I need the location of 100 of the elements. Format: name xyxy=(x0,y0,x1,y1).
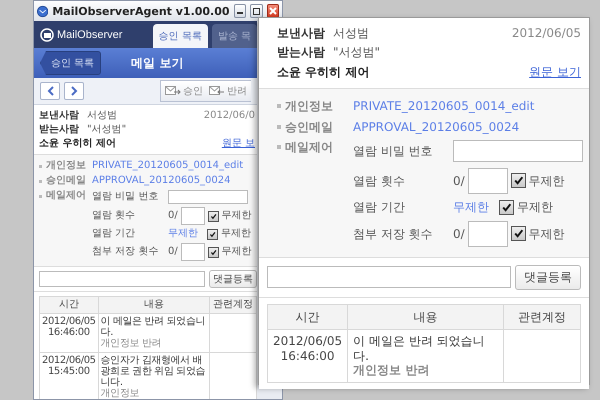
reject-button[interactable]: 반려 xyxy=(209,84,247,98)
logo-text: MailObserver xyxy=(57,28,122,40)
password-field[interactable] xyxy=(453,140,583,162)
period-value: 무제한 xyxy=(168,228,198,240)
log-date: 2012/06/05 xyxy=(273,334,342,349)
log-tag: 개인정보 xyxy=(100,388,207,399)
column-header: 내용 xyxy=(348,304,504,330)
minimize-button[interactable] xyxy=(234,4,246,18)
tab[interactable]: 승인 목록 xyxy=(152,24,208,48)
checkbox[interactable] xyxy=(208,246,219,258)
bullet-icon xyxy=(277,145,281,150)
back-button[interactable]: 승인 목록 xyxy=(40,51,102,75)
envelope-arrow-icon xyxy=(165,86,181,96)
checkbox[interactable] xyxy=(498,200,514,215)
count-prefix: 0/ xyxy=(453,174,465,188)
control-label: 열람 기간 xyxy=(92,228,136,240)
recipient-label: 받는사람 xyxy=(277,45,325,60)
column-header: 관련계정 xyxy=(210,296,256,314)
password-field[interactable] xyxy=(168,190,248,204)
bullet-icon xyxy=(39,180,42,182)
comment-button[interactable]: 댓글등록 xyxy=(515,264,581,290)
check-icon xyxy=(500,202,512,213)
check-icon xyxy=(210,212,217,220)
count-prefix: 0/ xyxy=(453,226,465,242)
checkbox[interactable] xyxy=(510,173,526,188)
mail-date: 2012/06/0 xyxy=(204,110,255,122)
checkbox-label: 무제한 xyxy=(222,246,252,258)
log-date: 2012/06/05 xyxy=(42,354,96,366)
log-message: 이 메일은 반려 되었습니다. xyxy=(100,316,206,338)
checkbox[interactable] xyxy=(208,210,219,222)
sender-label: 보낸사람 xyxy=(39,110,79,122)
logo-icon xyxy=(40,28,54,42)
mail-date: 2012/06/05 xyxy=(512,26,581,40)
check-icon xyxy=(209,230,216,238)
next-button[interactable] xyxy=(64,82,84,100)
control-label: 열람 기간 xyxy=(353,200,406,215)
control-label: 첨부 저장 횟수 xyxy=(92,246,160,258)
count-field[interactable] xyxy=(468,168,508,194)
log-tag: 개인정보 반려 xyxy=(100,338,207,350)
sender-name: 서성범 xyxy=(333,26,369,40)
envelope-arrow-icon xyxy=(209,86,225,96)
bullet-icon xyxy=(39,194,42,198)
column-header: 관련계정 xyxy=(504,304,580,330)
period-value: 무제한 xyxy=(453,200,489,215)
comment-field[interactable] xyxy=(267,266,511,288)
control-label: 열람 횟수 xyxy=(92,210,136,222)
log-tag: 개인정보 반려 xyxy=(353,363,498,378)
bullet-icon xyxy=(277,124,281,129)
original-link[interactable]: 원문 보 xyxy=(222,138,255,150)
previous-button[interactable] xyxy=(40,82,60,100)
window-title: MailObserverAgent v1.00.00 xyxy=(52,4,230,18)
count-prefix: 0/ xyxy=(168,246,178,258)
check-icon xyxy=(512,228,524,240)
bullet-icon xyxy=(39,164,42,168)
comment-button[interactable]: 댓글등록 xyxy=(209,270,257,288)
detail-label: 승인메일 xyxy=(46,175,86,187)
comment-field[interactable] xyxy=(39,271,205,287)
maximize-button[interactable] xyxy=(250,4,263,18)
control-label: 첨부 저장 횟수 xyxy=(353,226,434,242)
chevron-left-icon xyxy=(46,86,54,96)
checkbox[interactable] xyxy=(510,226,526,242)
tab[interactable]: 발송 목 xyxy=(212,24,257,48)
column-header: 시간 xyxy=(40,296,98,314)
recipient-name: "서성범" xyxy=(87,124,126,136)
checkbox-label: 무제한 xyxy=(222,210,252,222)
private-link[interactable]: PRIVATE_20120605_0014_edit xyxy=(353,99,583,114)
detail-label: 개인정보 xyxy=(46,160,86,172)
close-button[interactable] xyxy=(266,4,279,18)
column-header: 시간 xyxy=(268,304,348,330)
approval-link[interactable]: APPROVAL_20120605_0024 xyxy=(92,175,257,187)
approve-button[interactable]: 승인 xyxy=(165,84,203,98)
count-field[interactable] xyxy=(468,220,508,247)
mail-subject: 소윤 우히히 제어 xyxy=(277,64,370,80)
log-message: 이 메일은 반려 되었습니다. xyxy=(353,334,486,364)
count-field[interactable] xyxy=(180,207,205,225)
detail-label: 승인메일 xyxy=(285,120,333,134)
close-icon xyxy=(268,7,277,15)
mail-subject: 소윤 우히히 제어 xyxy=(39,138,116,150)
bullet-icon xyxy=(277,104,281,108)
log-time: 16:46:00 xyxy=(280,348,336,364)
log-time: 15:45:00 xyxy=(46,366,91,377)
checkbox-label: 무제한 xyxy=(221,228,252,240)
checkbox-label: 무제한 xyxy=(528,174,565,188)
check-icon xyxy=(210,248,217,256)
checkbox[interactable] xyxy=(207,228,218,240)
private-link[interactable]: PRIVATE_20120605_0014_edit xyxy=(92,160,257,172)
approval-link[interactable]: APPROVAL_20120605_0024 xyxy=(353,120,583,134)
recipient-label: 받는사람 xyxy=(39,124,79,136)
log-time: 16:46:00 xyxy=(46,327,91,338)
log-message: 승인자가 김재형에서 배광희로 권한 위임 되었습니다. xyxy=(100,354,206,388)
page-title: 메일 보기 xyxy=(131,54,184,72)
original-link[interactable]: 원문 보기 xyxy=(529,64,581,80)
detail-label: 메일제어 xyxy=(285,140,333,154)
control-label: 열람 비밀 번호 xyxy=(353,144,434,158)
detail-label: 개인정보 xyxy=(285,99,333,114)
control-label: 열람 횟수 xyxy=(353,174,406,188)
count-field[interactable] xyxy=(180,243,205,261)
column-header: 내용 xyxy=(98,296,210,314)
control-label: 열람 비밀 번호 xyxy=(92,191,160,203)
check-icon xyxy=(512,175,524,186)
